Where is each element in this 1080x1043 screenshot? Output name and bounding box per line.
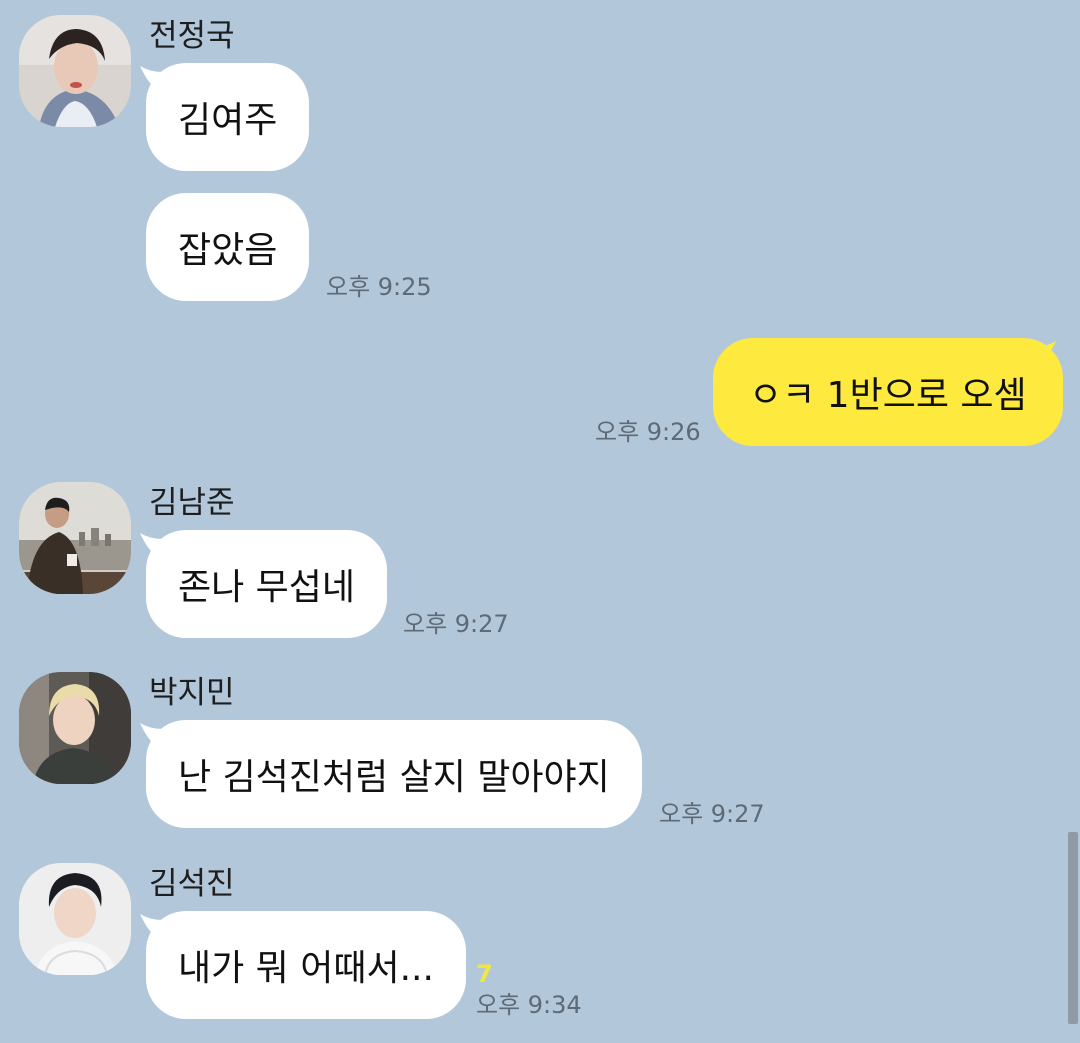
message-bubble[interactable]: 난 김석진처럼 살지 말아야지 [146,720,642,828]
profile-avatar-2[interactable] [19,482,131,594]
profile-photo-icon [19,482,131,594]
sender-name: 김남준 [149,485,235,521]
sender-name: 박지민 [149,675,235,711]
scrollbar-thumb[interactable] [1068,832,1078,1024]
chat-message-list[interactable]: 전정국 김여주 잡았음 오후 9:25 ㅇㅋ 1반으로 오셈 오후 9:26 김… [0,0,1080,1043]
message-bubble[interactable]: 김여주 [146,63,310,171]
message-bubble[interactable]: 내가 뭐 어때서... [146,911,466,1019]
message-time: 오후 9:27 [403,610,509,638]
message-time: 오후 9:27 [659,800,765,828]
sender-name: 전정국 [149,18,235,54]
profile-photo-icon [19,15,131,127]
profile-photo-icon [19,863,131,975]
unread-count-badge: 7 [476,960,493,988]
message-bubble[interactable]: 존나 무섭네 [146,530,388,638]
message-time: 오후 9:34 [476,991,582,1019]
message-time: 오후 9:25 [326,273,432,301]
outgoing-message-bubble[interactable]: ㅇㅋ 1반으로 오셈 [713,338,1063,446]
profile-avatar-3[interactable] [19,672,131,784]
message-bubble[interactable]: 잡았음 [146,193,310,301]
profile-avatar-4[interactable] [19,863,131,975]
profile-avatar-1[interactable] [19,15,131,127]
profile-photo-icon [19,672,131,784]
sender-name: 김석진 [149,866,235,902]
message-time: 오후 9:26 [595,418,701,446]
